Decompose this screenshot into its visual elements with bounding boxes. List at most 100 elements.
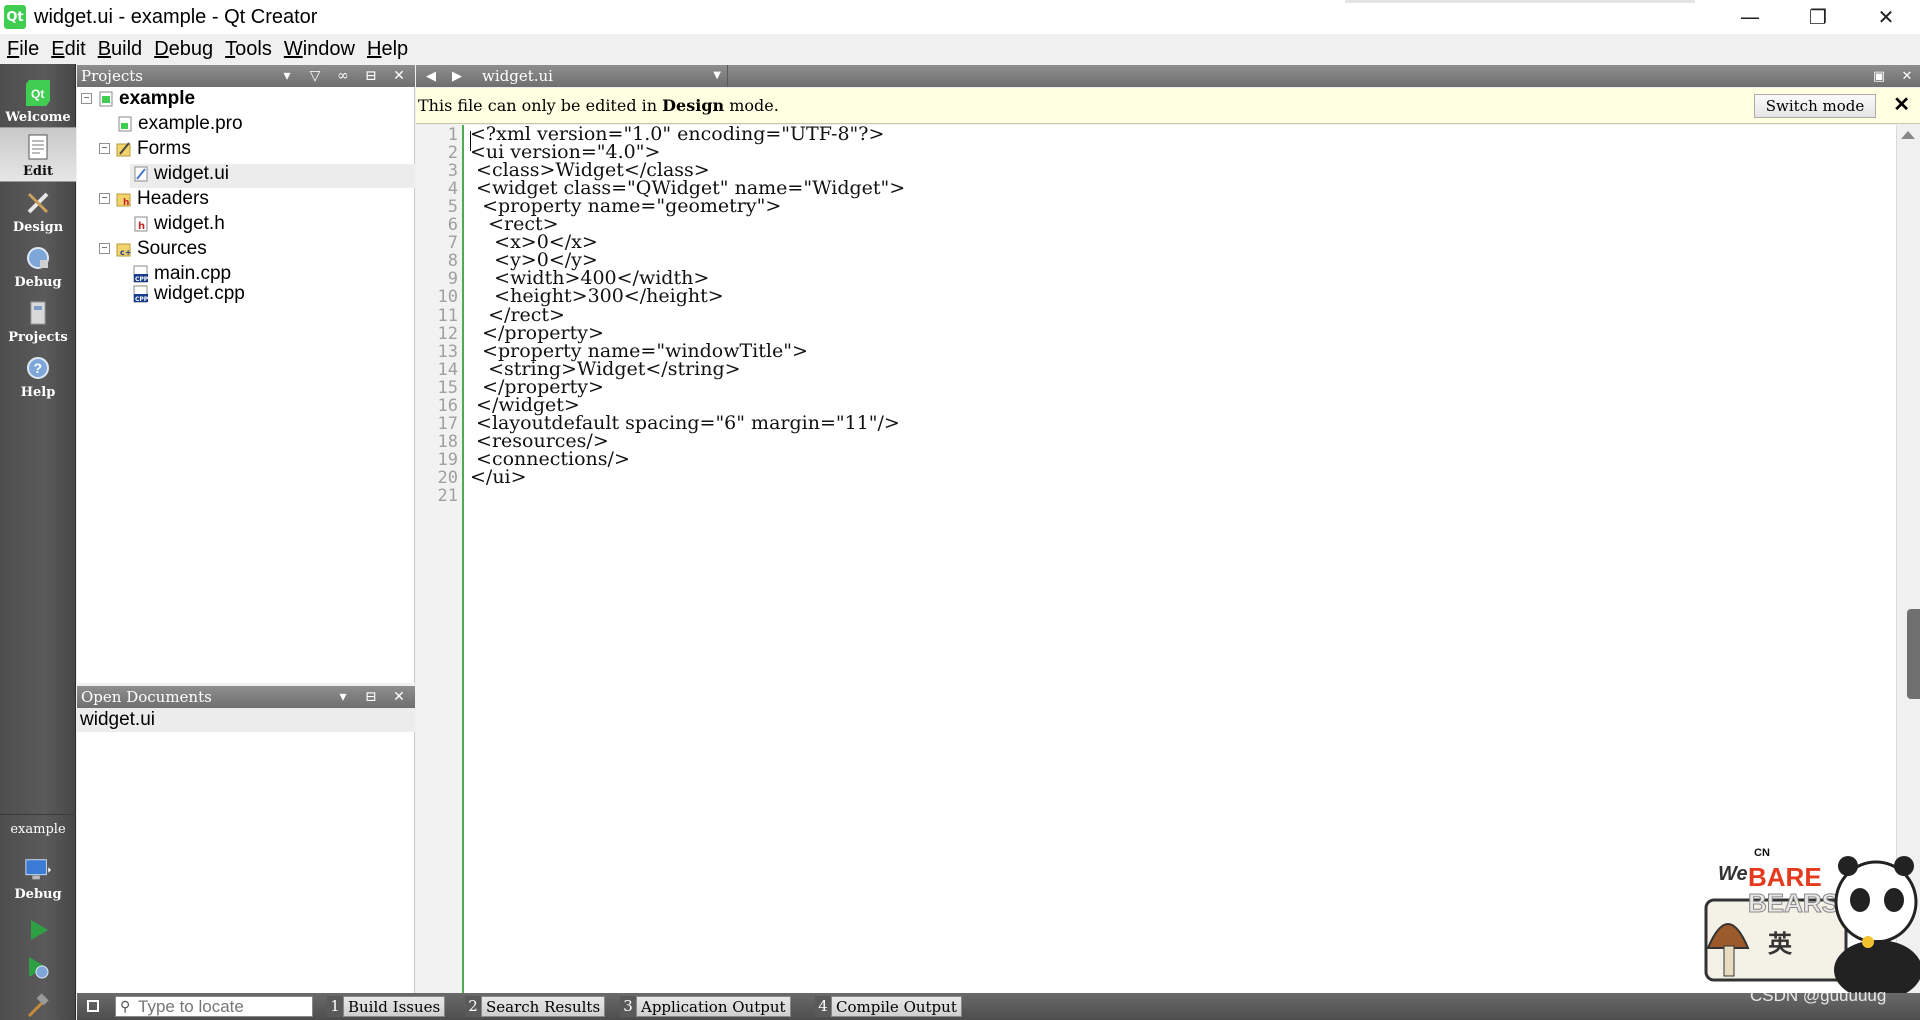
kit-project-label: example (10, 822, 66, 837)
mode-debug[interactable]: Debug (0, 237, 76, 292)
output-tab-compile-output[interactable]: 4 Compile Output (815, 996, 962, 1017)
tree-node-label: Sources (137, 237, 207, 259)
menu-help[interactable]: Help (360, 38, 413, 61)
menu-edit[interactable]: Edit (44, 38, 90, 61)
design-mode-info-bar: This file can only be edited in Design m… (416, 88, 1920, 124)
output-tab-search-results[interactable]: 2 Search Results (465, 996, 606, 1017)
kit-selector[interactable]: Debug (0, 842, 76, 904)
collapse-icon[interactable]: − (81, 93, 92, 104)
projects-wrench-icon (24, 299, 52, 327)
output-tab-application-output[interactable]: 3 Application Output (620, 996, 791, 1017)
tree-node-widget-cpp[interactable]: CPP widget.cpp (133, 281, 245, 306)
document-selector[interactable]: widget.ui ▼ (478, 65, 728, 87)
collapse-icon[interactable]: − (99, 243, 110, 254)
menu-window[interactable]: Window (277, 38, 360, 61)
mode-label: Projects (8, 330, 68, 345)
split-icon[interactable]: ⊟ (357, 686, 385, 708)
chevron-down-icon[interactable]: ▾ (329, 686, 357, 708)
line-number: 14 (437, 359, 458, 380)
mode-design[interactable]: Design (0, 182, 76, 237)
sticker-badge: CN (1754, 847, 1770, 859)
mode-edit[interactable]: Edit (0, 127, 76, 182)
tree-node-headers[interactable]: − h Headers (99, 186, 209, 211)
scroll-marker (1907, 609, 1920, 699)
qt-project-icon (98, 90, 114, 108)
tree-node-widget-h[interactable]: h widget.h (133, 211, 225, 236)
help-question-icon: ? (24, 354, 52, 382)
close-pane-icon[interactable]: ✕ (385, 686, 413, 708)
collapse-icon[interactable]: − (99, 143, 110, 154)
output-tab-label: Search Results (481, 996, 606, 1017)
chevron-down-icon[interactable]: ▾ (273, 65, 301, 87)
svg-text:?: ? (34, 360, 43, 376)
line-number: 15 (437, 377, 458, 398)
code-editor[interactable]: 1 2 3 4 5 6 7 8 9 10 11 12 13 14 15 16 17 18 19 20 21 <?xml … (416, 123, 1896, 993)
tree-node-label: widget.cpp (154, 282, 245, 304)
line-number: 9 (447, 269, 458, 290)
mode-help[interactable]: ? Help (0, 347, 76, 402)
close-editor-icon[interactable]: ✕ (1894, 65, 1920, 87)
split-icon[interactable]: ⊟ (357, 65, 385, 87)
chevron-down-icon: ▼ (713, 70, 721, 81)
mode-label: Debug (14, 275, 62, 290)
open-documents-title: Open Documents (81, 688, 212, 706)
open-document-item[interactable]: widget.ui (77, 708, 415, 732)
popup-shadow (1345, 0, 1695, 3)
tree-node-forms[interactable]: − Forms (99, 136, 191, 161)
filter-icon[interactable]: ▽ (301, 65, 329, 87)
minimize-icon[interactable]: — (1716, 0, 1784, 34)
project-tree: − example example.pro − Forms widget.ui … (77, 87, 415, 683)
mode-label: Help (20, 385, 56, 400)
build-hammer-icon[interactable] (24, 992, 52, 1020)
projects-pane-title: Projects (81, 67, 143, 85)
tree-node-widget-ui[interactable]: widget.ui (133, 161, 229, 186)
svg-text:h: h (123, 198, 129, 207)
line-number: 11 (437, 305, 458, 326)
tree-node-example-pro[interactable]: example.pro (117, 111, 243, 136)
output-tab-label: Compile Output (831, 996, 962, 1017)
lock-icon[interactable]: ▣ (1866, 65, 1892, 87)
menu-debug[interactable]: Debug (147, 38, 218, 61)
switch-mode-button[interactable]: Switch mode (1754, 94, 1876, 118)
output-tab-build-issues[interactable]: 1 Build Issues (327, 996, 446, 1017)
run-icon[interactable] (24, 916, 52, 944)
tree-node-example[interactable]: − example (81, 86, 195, 111)
restore-icon[interactable]: ❐ (1784, 0, 1852, 34)
edit-document-icon (24, 133, 52, 161)
mode-bar: Qt Welcome Edit Design Debug Projects ? … (0, 64, 76, 1020)
menu-file[interactable]: File (0, 38, 44, 61)
tree-node-sources[interactable]: − c+ Sources (99, 236, 207, 261)
close-pane-icon[interactable]: ✕ (385, 65, 413, 87)
mode-projects[interactable]: Projects (0, 292, 76, 347)
mode-welcome[interactable]: Qt Welcome (0, 72, 76, 127)
toggle-sidebar-icon[interactable] (87, 1000, 99, 1012)
search-icon: ⚲ (120, 998, 131, 1014)
link-icon[interactable]: ∞ (329, 65, 357, 87)
collapse-icon[interactable]: − (99, 193, 110, 204)
info-text-design: Design (662, 96, 725, 115)
menu-tools[interactable]: Tools (218, 38, 277, 61)
line-number: 17 (437, 413, 458, 434)
menu-build[interactable]: Build (91, 38, 147, 61)
forward-arrow-icon[interactable]: ▶ (444, 65, 470, 87)
line-number: 20 (437, 467, 458, 488)
line-number: 4 (447, 179, 458, 200)
close-info-bar-icon[interactable]: ✕ (1893, 92, 1910, 116)
output-tab-number: 3 (620, 996, 636, 1017)
back-arrow-icon[interactable]: ◀ (418, 65, 444, 87)
headers-folder-icon: h (116, 190, 132, 208)
tree-node-label: widget.ui (154, 162, 229, 184)
line-number: 10 (437, 287, 458, 308)
close-icon[interactable]: ✕ (1852, 0, 1920, 34)
ui-file-icon (133, 165, 149, 183)
monitor-icon (24, 856, 52, 884)
line-number: 6 (447, 215, 458, 236)
locator-input[interactable]: ⚲ Type to locate (115, 996, 313, 1017)
output-tab-number: 4 (815, 996, 831, 1017)
status-bar: ⚲ Type to locate 1 Build Issues 2 Search… (77, 993, 1920, 1020)
debug-run-icon[interactable] (24, 954, 52, 982)
we-bare-bears-sticker: 英 We BARE BEARS CN (1698, 830, 1920, 1000)
scroll-up-icon[interactable] (1901, 131, 1915, 139)
line-number: 12 (437, 323, 458, 344)
tree-node-label: widget.h (154, 212, 225, 234)
